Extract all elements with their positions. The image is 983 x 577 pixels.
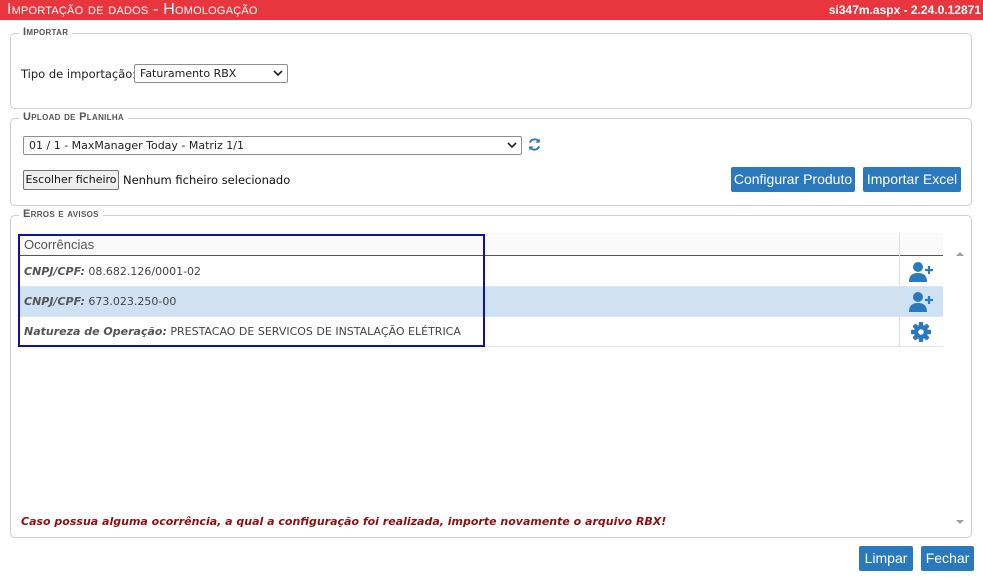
importar-section: Importar Tipo de importação: Faturamento… bbox=[10, 26, 972, 109]
planilha-value: 01 / 1 - MaxManager Today - Matriz 1/1 bbox=[29, 139, 244, 152]
column-divider bbox=[899, 287, 900, 317]
refresh-icon[interactable] bbox=[527, 137, 542, 152]
tipo-importacao-value: Faturamento RBX bbox=[140, 67, 237, 80]
column-divider bbox=[899, 317, 900, 347]
title-bar: Importação de dados - Homologação si347m… bbox=[0, 0, 983, 20]
erros-legend: Erros e avisos bbox=[19, 208, 103, 220]
scroll-up-arrow[interactable] bbox=[955, 249, 965, 259]
upload-legend: Upload de Planilha bbox=[19, 111, 129, 123]
file-status-text: Nenhum ficheiro selecionado bbox=[123, 173, 291, 187]
page-title: Importação de dados - Homologação bbox=[7, 1, 258, 18]
chevron-down-icon bbox=[507, 142, 517, 149]
choose-file-button[interactable]: Escolher ficheiro bbox=[23, 170, 119, 190]
warning-message: Caso possua alguma ocorrência, a qual a … bbox=[21, 515, 667, 528]
importar-excel-button[interactable]: Importar Excel bbox=[863, 167, 961, 192]
column-divider bbox=[899, 257, 900, 287]
planilha-select[interactable]: 01 / 1 - MaxManager Today - Matriz 1/1 bbox=[23, 136, 522, 155]
scroll-down-arrow[interactable] bbox=[955, 517, 965, 527]
limpar-button[interactable]: Limpar bbox=[859, 546, 913, 571]
tipo-importacao-select[interactable]: Faturamento RBX bbox=[134, 64, 288, 83]
upload-section: Upload de Planilha 01 / 1 - MaxManager T… bbox=[10, 111, 972, 206]
add-user-icon[interactable] bbox=[908, 261, 934, 283]
fechar-button[interactable]: Fechar bbox=[921, 546, 974, 571]
add-user-icon[interactable] bbox=[908, 291, 934, 313]
version-label: si347m.aspx - 2.24.0.12871 bbox=[828, 3, 981, 17]
highlight-box bbox=[18, 234, 485, 347]
tipo-importacao-label: Tipo de importação: bbox=[21, 67, 137, 81]
configurar-produto-button[interactable]: Configurar Produto bbox=[731, 167, 855, 192]
importar-legend: Importar bbox=[19, 26, 73, 38]
column-divider bbox=[899, 233, 900, 256]
chevron-down-icon bbox=[273, 70, 283, 77]
gear-icon[interactable] bbox=[908, 321, 934, 343]
